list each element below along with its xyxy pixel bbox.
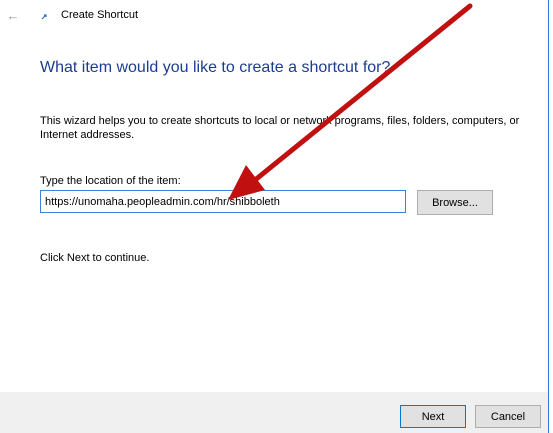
wizard-description: This wizard helps you to create shortcut… [40, 115, 520, 141]
back-arrow-icon[interactable]: ← [6, 9, 20, 23]
window-border [548, 0, 549, 433]
next-button[interactable]: Next [400, 405, 466, 428]
shortcut-icon [41, 14, 47, 20]
location-label: Type the location of the item: [40, 175, 181, 187]
cancel-button[interactable]: Cancel [475, 405, 541, 428]
location-input[interactable] [40, 190, 406, 213]
wizard-heading: What item would you like to create a sho… [40, 59, 391, 76]
browse-button[interactable]: Browse... [417, 190, 493, 215]
continue-hint: Click Next to continue. [40, 252, 150, 264]
title-bar: ← Create Shortcut [0, 0, 548, 34]
window-title: Create Shortcut [61, 9, 139, 21]
create-shortcut-window: ← Create Shortcut What item would you li… [0, 0, 553, 433]
